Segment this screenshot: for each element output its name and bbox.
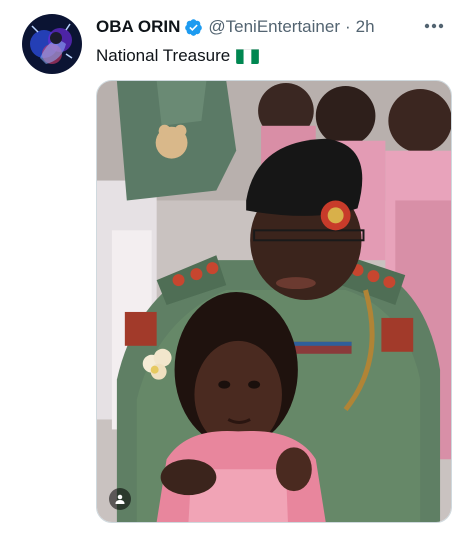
tweet-text: National Treasure [96, 44, 260, 68]
more-horizontal-icon [424, 23, 444, 29]
tweet-photo[interactable] [96, 80, 452, 523]
avatar[interactable] [22, 14, 82, 74]
tweet-header: OBA ORIN @TeniEntertainer · 2h [96, 16, 375, 38]
photo-image [97, 81, 451, 522]
tweet-text-content: National Treasure [96, 46, 231, 65]
verified-badge-icon [184, 18, 203, 37]
more-options-button[interactable] [420, 14, 448, 38]
timestamp[interactable]: 2h [356, 16, 375, 38]
tag-people-button[interactable] [109, 488, 131, 510]
header-separator: · [344, 17, 351, 36]
user-handle[interactable]: @TeniEntertainer [208, 16, 340, 38]
display-name[interactable]: OBA ORIN [96, 16, 180, 38]
avatar-image [22, 14, 82, 74]
person-tag-icon [115, 494, 125, 504]
nigeria-flag-icon [236, 48, 260, 64]
